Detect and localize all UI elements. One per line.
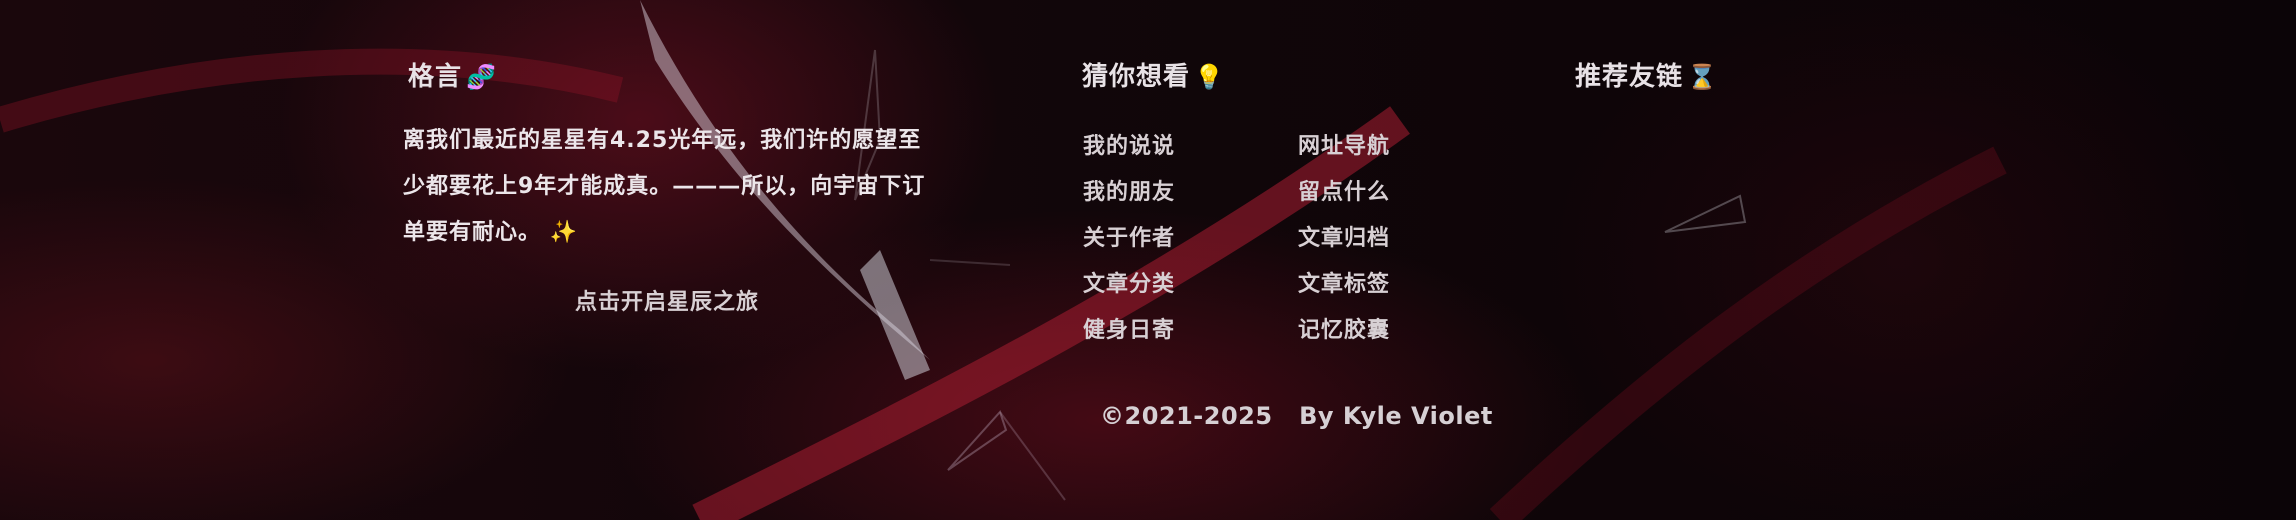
guess-links-left: 我的说说 我的朋友 关于作者 文章分类 健身日寄 — [1083, 124, 1175, 354]
link-site-navigation[interactable]: 网址导航 — [1298, 124, 1390, 170]
link-memory-capsule[interactable]: 记忆胶囊 — [1298, 308, 1390, 354]
link-leave-message[interactable]: 留点什么 — [1298, 170, 1390, 216]
triangle-shape — [1664, 194, 1747, 233]
guess-title-text: 猜你想看 — [1082, 62, 1191, 92]
hourglass-icon: ⌛ — [1687, 63, 1718, 91]
copyright-text: ©2021-2025 By Kyle Violet — [1100, 402, 1493, 430]
link-categories[interactable]: 文章分类 — [1083, 262, 1175, 308]
guess-title: 猜你想看 💡 — [1082, 56, 1225, 93]
red-ribbon-left — [0, 48, 624, 133]
motto-title-text: 格言 — [408, 62, 463, 92]
link-my-friends[interactable]: 我的朋友 — [1083, 170, 1175, 216]
light-shard — [860, 250, 930, 380]
friends-title: 推荐友链 ⌛ — [1575, 56, 1718, 93]
link-about-author[interactable]: 关于作者 — [1083, 216, 1175, 262]
link-my-talks[interactable]: 我的说说 — [1083, 124, 1175, 170]
link-fitness-diary[interactable]: 健身日寄 — [1083, 308, 1175, 354]
lightbulb-icon: 💡 — [1194, 63, 1225, 91]
red-ribbon-right — [1489, 146, 2007, 520]
site-footer: 格言 🧬 离我们最近的星星有4.25光年远，我们许的愿望至少都要花上9年才能成真。… — [0, 0, 2296, 520]
link-archives[interactable]: 文章归档 — [1298, 216, 1390, 262]
motto-quote: 离我们最近的星星有4.25光年远，我们许的愿望至少都要花上9年才能成真。———所… — [403, 118, 943, 256]
line-shape — [929, 259, 1011, 266]
motto-quote-text: 离我们最近的星星有4.25光年远，我们许的愿望至少都要花上9年才能成真。———所… — [403, 128, 926, 245]
link-tags[interactable]: 文章标签 — [1298, 262, 1390, 308]
dna-icon: 🧬 — [466, 63, 497, 91]
guess-links-right: 网址导航 留点什么 文章归档 文章标签 记忆胶囊 — [1298, 124, 1390, 354]
triangle-shape — [947, 410, 1008, 471]
star-journey-link[interactable]: 点击开启星辰之旅 — [575, 284, 759, 316]
sparkle-icon: ✨ — [549, 220, 579, 245]
line-shape — [999, 411, 1066, 501]
motto-title: 格言 🧬 — [408, 56, 497, 93]
friends-title-text: 推荐友链 — [1575, 62, 1684, 92]
